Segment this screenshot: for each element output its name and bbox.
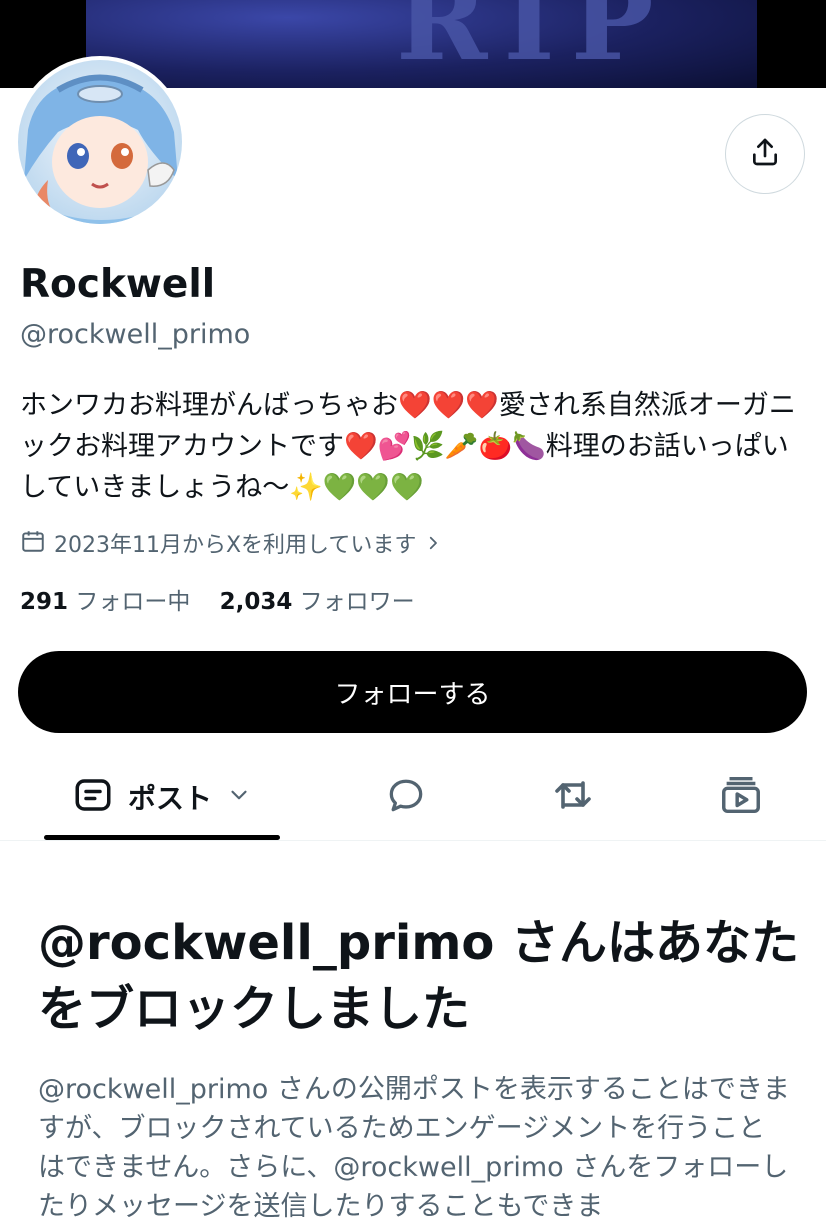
chevron-right-icon (424, 530, 442, 562)
tab-posts[interactable]: ポスト (44, 754, 280, 840)
blocked-message: @rockwell_primo さんの公開ポストを表示することはできますが、ブロ… (38, 1074, 790, 1222)
banner-text: RIP (396, 0, 670, 85)
followers-count: 2,034 (219, 589, 293, 615)
followers-link[interactable]: 2,034 フォロワー (220, 589, 415, 615)
joined-date[interactable]: 2023年11月からXを利用しています (20, 528, 442, 564)
profile-tabs: ポスト (0, 754, 826, 841)
following-label: フォロー中 (75, 589, 191, 615)
banner-image: RIP (86, 0, 757, 88)
avatar[interactable] (14, 56, 186, 228)
follow-button[interactable]: フォローする (18, 651, 807, 733)
calendar-icon (20, 528, 46, 564)
tab-replies[interactable] (366, 754, 446, 840)
posts-icon (72, 774, 114, 820)
share-icon (749, 136, 781, 172)
profile-bio: ホンワカお料理がんばっちゃお❤️❤️❤️愛され系自然派オーガニックお料理アカウン… (20, 390, 796, 503)
chevron-down-icon (226, 782, 252, 812)
profile-name: Rockwell (20, 262, 216, 307)
share-button[interactable] (725, 114, 805, 194)
following-link[interactable]: 291 フォロー中 (20, 589, 198, 615)
tab-media[interactable] (701, 754, 781, 840)
profile-handle: @rockwell_primo (20, 319, 251, 350)
profile-stats: 291 フォロー中 2,034 フォロワー (20, 586, 415, 618)
tab-reposts[interactable] (533, 754, 613, 840)
tab-posts-label: ポスト (127, 782, 212, 815)
reply-icon (384, 773, 428, 821)
blocked-title: @rockwell_primo さんはあなたをブロックしました (38, 915, 800, 1037)
active-tab-indicator (44, 835, 280, 840)
media-icon (718, 772, 764, 822)
joined-text: 2023年11月からXを利用しています (54, 533, 417, 558)
followers-label: フォロワー (299, 589, 415, 615)
avatar-image (18, 60, 182, 224)
repost-icon (549, 771, 597, 823)
following-count: 291 (20, 589, 69, 615)
